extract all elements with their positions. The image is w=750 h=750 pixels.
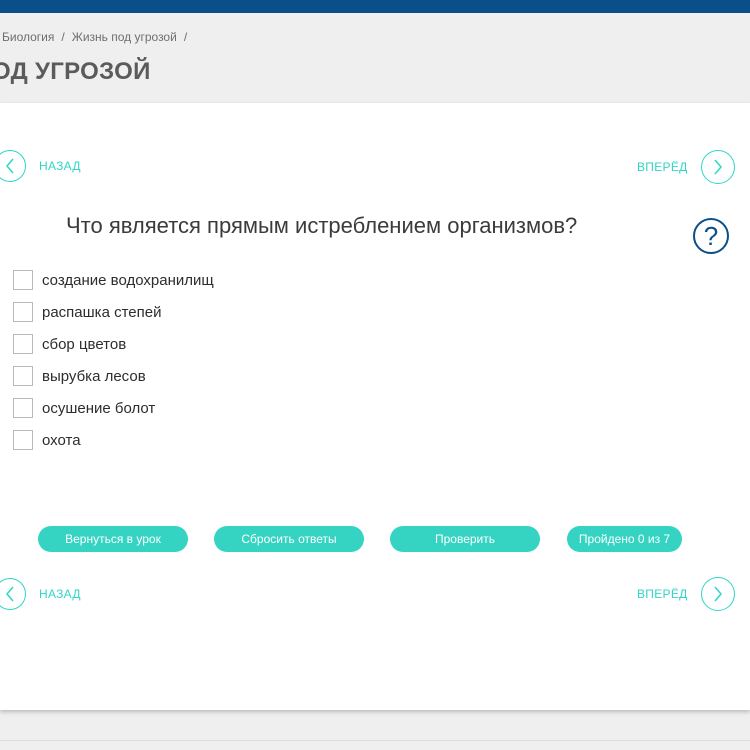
- back-label: НАЗАД: [39, 587, 81, 601]
- page-title: ОД УГРОЗОЙ: [0, 58, 151, 85]
- help-icon[interactable]: ?: [693, 218, 729, 254]
- breadcrumb-item-biology[interactable]: Биология: [2, 30, 54, 44]
- back-button-bottom[interactable]: НАЗАД: [0, 578, 81, 610]
- footer-divider: [0, 740, 750, 741]
- checkbox[interactable]: [13, 366, 33, 386]
- breadcrumb: Биология / Жизнь под угрозой /: [2, 30, 194, 44]
- answer-option-label: сбор цветов: [42, 335, 127, 353]
- answer-option-label: осушение болот: [42, 399, 156, 417]
- answer-option[interactable]: создание водохранилищ: [13, 264, 214, 296]
- back-button-top[interactable]: НАЗАД: [0, 150, 81, 182]
- forward-label: ВПЕРЁД: [637, 160, 688, 174]
- checkbox[interactable]: [13, 302, 33, 322]
- question-text: Что является прямым истреблением организ…: [66, 213, 578, 238]
- checkbox[interactable]: [13, 334, 33, 354]
- return-to-lesson-button[interactable]: Вернуться в урок: [38, 526, 188, 552]
- checkbox[interactable]: [13, 270, 33, 290]
- breadcrumb-item-topic[interactable]: Жизнь под угрозой: [72, 30, 177, 44]
- forward-label: ВПЕРЁД: [637, 587, 688, 601]
- checkbox[interactable]: [13, 398, 33, 418]
- answer-option[interactable]: осушение болот: [13, 392, 214, 424]
- answer-option[interactable]: охота: [13, 424, 214, 456]
- chevron-left-icon: [0, 578, 26, 610]
- breadcrumb-separator: /: [61, 30, 65, 44]
- chevron-right-icon: [700, 577, 735, 611]
- answer-options: создание водохранилищ распашка степей сб…: [13, 264, 214, 456]
- forward-button-bottom[interactable]: ВПЕРЁД: [637, 577, 735, 611]
- progress-badge: Пройдено 0 из 7: [567, 526, 682, 552]
- checkbox[interactable]: [13, 430, 33, 450]
- quiz-card: НАЗАД ВПЕРЁД Что является прямым истребл…: [0, 103, 750, 710]
- answer-option-label: охота: [42, 431, 81, 449]
- answer-option-label: создание водохранилищ: [42, 271, 214, 289]
- back-label: НАЗАД: [39, 159, 81, 173]
- check-button[interactable]: Проверить: [390, 526, 540, 552]
- top-bar: [0, 0, 750, 13]
- answer-option[interactable]: сбор цветов: [13, 328, 214, 360]
- chevron-right-icon: [700, 150, 735, 184]
- answer-option[interactable]: распашка степей: [13, 296, 214, 328]
- answer-option[interactable]: вырубка лесов: [13, 360, 214, 392]
- answer-option-label: вырубка лесов: [42, 367, 146, 385]
- breadcrumb-separator: /: [183, 30, 188, 44]
- chevron-left-icon: [0, 150, 26, 182]
- reset-answers-button[interactable]: Сбросить ответы: [214, 526, 364, 552]
- answer-option-label: распашка степей: [42, 303, 162, 321]
- forward-button-top[interactable]: ВПЕРЁД: [637, 150, 735, 184]
